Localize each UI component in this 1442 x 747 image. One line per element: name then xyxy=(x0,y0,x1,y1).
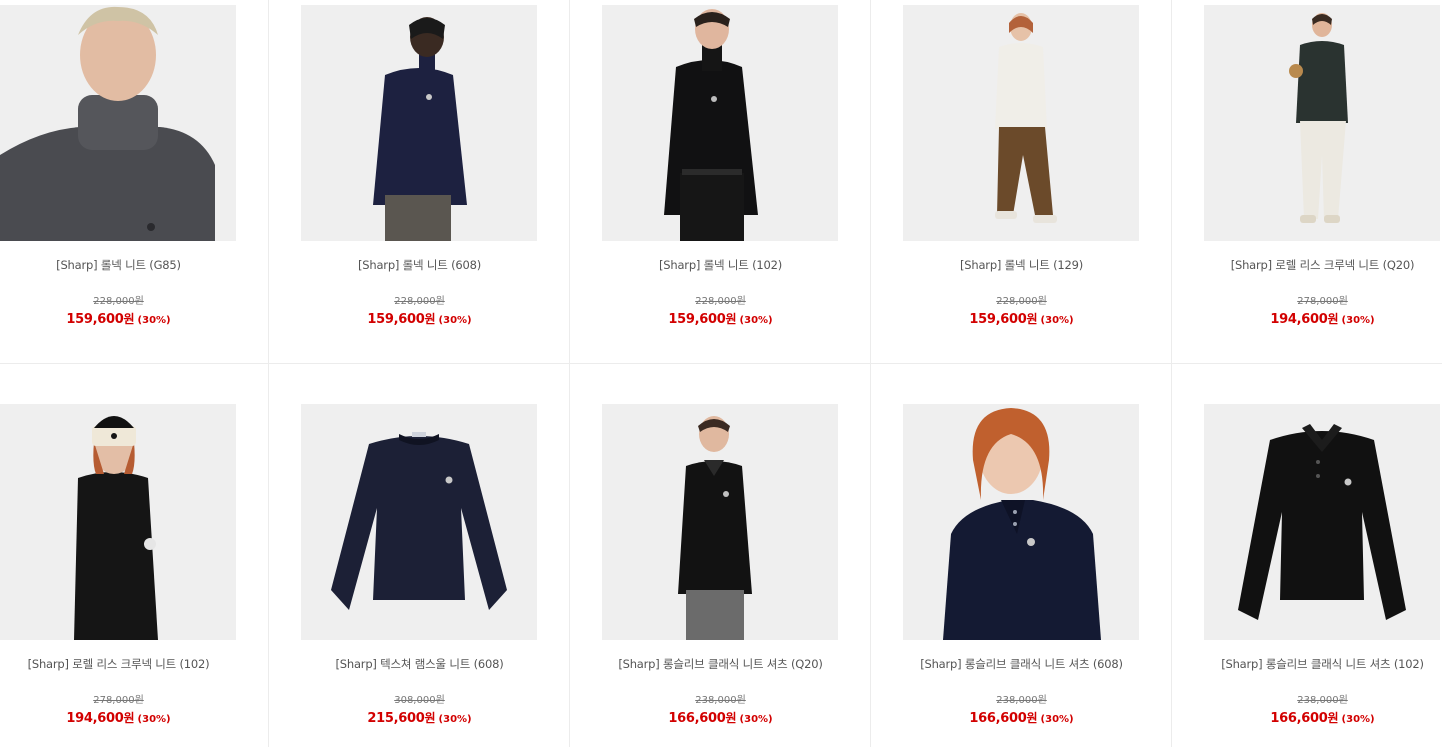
product-image[interactable] xyxy=(602,404,838,640)
product-card[interactable]: [Sharp] 로렐 리스 크루넥 니트 (Q20) 278,000원 194,… xyxy=(1172,0,1442,364)
original-price: 228,000원 xyxy=(394,296,445,307)
currency-label: 원 xyxy=(424,312,436,326)
product-card[interactable]: [Sharp] 롤넥 니트 (102) 228,000원 159,600원 (30… xyxy=(570,0,871,364)
price-line: 215,600원 (30%) xyxy=(269,707,569,726)
sale-price: 215,600 xyxy=(367,711,425,726)
currency-label: 원 xyxy=(1026,312,1038,326)
sale-price: 194,600 xyxy=(1270,312,1328,327)
discount-rate: (30%) xyxy=(438,315,472,326)
product-image[interactable] xyxy=(602,5,838,241)
product-image[interactable] xyxy=(1204,5,1440,241)
product-image[interactable] xyxy=(1204,404,1440,640)
product-photo-illustration xyxy=(602,5,838,241)
product-photo-illustration xyxy=(903,5,1139,241)
product-photo-illustration xyxy=(301,404,537,640)
original-price: 278,000원 xyxy=(1297,296,1348,307)
product-photo-illustration xyxy=(903,404,1139,640)
product-name[interactable]: [Sharp] 로렐 리스 크루넥 니트 (Q20) xyxy=(1172,257,1442,273)
original-price: 228,000원 xyxy=(996,296,1047,307)
original-price: 308,000원 xyxy=(394,695,445,706)
product-image[interactable] xyxy=(301,404,537,640)
product-name[interactable]: [Sharp] 롤넥 니트 (608) xyxy=(269,257,569,273)
price-line: 159,600원 (30%) xyxy=(0,308,268,327)
product-card[interactable]: [Sharp] 롤넥 니트 (129) 228,000원 159,600원 (30… xyxy=(871,0,1172,364)
currency-label: 원 xyxy=(725,312,737,326)
discount-rate: (30%) xyxy=(739,315,773,326)
product-photo-illustration xyxy=(1204,5,1440,241)
price-line: 166,600원 (30%) xyxy=(871,707,1171,726)
currency-label: 원 xyxy=(123,312,135,326)
product-card[interactable]: [Sharp] 롤넥 니트 (608) 228,000원 159,600원 (30… xyxy=(269,0,570,364)
product-name[interactable]: [Sharp] 로렐 리스 크루넥 니트 (102) xyxy=(0,656,268,672)
product-name[interactable]: [Sharp] 롱슬리브 클래식 니트 셔츠 (608) xyxy=(871,656,1171,672)
original-price: 238,000원 xyxy=(695,695,746,706)
sale-price: 159,600 xyxy=(367,312,425,327)
product-name[interactable]: [Sharp] 텍스쳐 램스울 니트 (608) xyxy=(269,656,569,672)
sale-price: 166,600 xyxy=(668,711,726,726)
product-image[interactable] xyxy=(0,404,236,640)
currency-label: 원 xyxy=(1327,312,1339,326)
original-price: 278,000원 xyxy=(93,695,144,706)
product-photo-illustration xyxy=(0,404,236,640)
product-image[interactable] xyxy=(903,404,1139,640)
product-image[interactable] xyxy=(301,5,537,241)
original-price: 238,000원 xyxy=(1297,695,1348,706)
product-grid: [Sharp] 롤넥 니트 (G85) 228,000원 159,600원 (30… xyxy=(0,0,1442,747)
price-line: 166,600원 (30%) xyxy=(570,707,870,726)
discount-rate: (30%) xyxy=(1040,315,1074,326)
product-name[interactable]: [Sharp] 롤넥 니트 (102) xyxy=(570,257,870,273)
sale-price: 166,600 xyxy=(969,711,1027,726)
original-price: 238,000원 xyxy=(996,695,1047,706)
sale-price: 159,600 xyxy=(668,312,726,327)
product-name[interactable]: [Sharp] 롤넥 니트 (G85) xyxy=(0,257,268,273)
discount-rate: (30%) xyxy=(1341,714,1375,725)
price-line: 166,600원 (30%) xyxy=(1172,707,1442,726)
product-photo-illustration xyxy=(1204,404,1440,640)
currency-label: 원 xyxy=(123,711,135,725)
product-card[interactable]: [Sharp] 롱슬리브 클래식 니트 셔츠 (608) 238,000원 16… xyxy=(871,364,1172,747)
product-card[interactable]: [Sharp] 롱슬리브 클래식 니트 셔츠 (Q20) 238,000원 16… xyxy=(570,364,871,747)
price-line: 159,600원 (30%) xyxy=(871,308,1171,327)
discount-rate: (30%) xyxy=(1040,714,1074,725)
price-line: 159,600원 (30%) xyxy=(269,308,569,327)
product-name[interactable]: [Sharp] 롱슬리브 클래식 니트 셔츠 (102) xyxy=(1172,656,1442,672)
product-card[interactable]: [Sharp] 롤넥 니트 (G85) 228,000원 159,600원 (30… xyxy=(0,0,269,364)
original-price: 228,000원 xyxy=(93,296,144,307)
product-card[interactable]: [Sharp] 텍스쳐 램스울 니트 (608) 308,000원 215,60… xyxy=(269,364,570,747)
product-name[interactable]: [Sharp] 롱슬리브 클래식 니트 셔츠 (Q20) xyxy=(570,656,870,672)
discount-rate: (30%) xyxy=(137,714,171,725)
currency-label: 원 xyxy=(725,711,737,725)
currency-label: 원 xyxy=(1327,711,1339,725)
product-card[interactable]: [Sharp] 롱슬리브 클래식 니트 셔츠 (102) 238,000원 16… xyxy=(1172,364,1442,747)
product-card[interactable]: [Sharp] 로렐 리스 크루넥 니트 (102) 278,000원 194,… xyxy=(0,364,269,747)
price-line: 194,600원 (30%) xyxy=(0,707,268,726)
product-photo-illustration xyxy=(0,5,236,241)
price-line: 194,600원 (30%) xyxy=(1172,308,1442,327)
currency-label: 원 xyxy=(424,711,436,725)
product-photo-illustration xyxy=(301,5,537,241)
product-image[interactable] xyxy=(0,5,236,241)
sale-price: 159,600 xyxy=(66,312,124,327)
sale-price: 159,600 xyxy=(969,312,1027,327)
discount-rate: (30%) xyxy=(137,315,171,326)
discount-rate: (30%) xyxy=(739,714,773,725)
original-price: 228,000원 xyxy=(695,296,746,307)
discount-rate: (30%) xyxy=(1341,315,1375,326)
product-image[interactable] xyxy=(903,5,1139,241)
discount-rate: (30%) xyxy=(438,714,472,725)
currency-label: 원 xyxy=(1026,711,1038,725)
sale-price: 166,600 xyxy=(1270,711,1328,726)
product-name[interactable]: [Sharp] 롤넥 니트 (129) xyxy=(871,257,1171,273)
price-line: 159,600원 (30%) xyxy=(570,308,870,327)
sale-price: 194,600 xyxy=(66,711,124,726)
product-photo-illustration xyxy=(602,404,838,640)
